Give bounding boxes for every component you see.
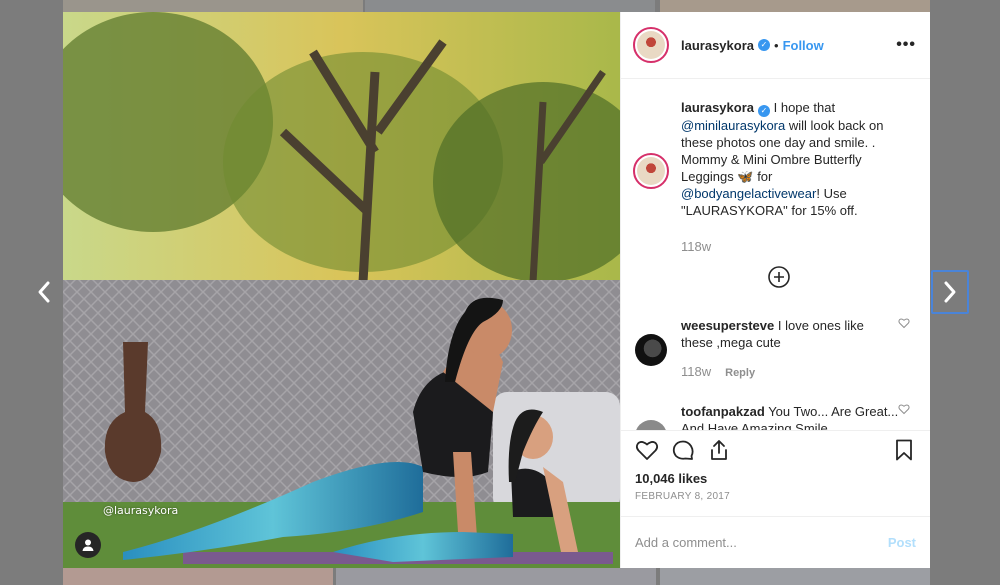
post-modal: @laurasykora laurasykora ✓ • Follow ••• …: [63, 12, 930, 568]
author-avatar[interactable]: [633, 27, 669, 63]
commenter-username[interactable]: weesupersteve: [681, 318, 774, 333]
mention-link[interactable]: @bodyangelactivewear: [681, 186, 816, 201]
photo-scene: [63, 12, 620, 568]
chevron-right-icon: [944, 281, 956, 303]
caption-username[interactable]: laurasykora: [681, 100, 754, 115]
background-thumbnail: [660, 0, 930, 12]
post-photo[interactable]: @laurasykora: [63, 12, 620, 568]
caption-timestamp[interactable]: 118w: [681, 238, 911, 255]
likes-count[interactable]: 10,046 likes: [621, 468, 930, 490]
heart-icon[interactable]: [635, 438, 659, 462]
user-tag-icon: [82, 539, 94, 551]
caption: laurasykora ✓ I hope that @minilaurasykor…: [633, 99, 918, 255]
comments-list[interactable]: laurasykora ✓ I hope that @minilaurasykor…: [621, 79, 930, 430]
comment-input[interactable]: [635, 535, 888, 550]
user-tag-button[interactable]: [75, 532, 101, 558]
mention-link[interactable]: @minilaurasykora: [681, 118, 785, 133]
comment-text: toofanpakzad You Two... Are Great... And…: [681, 403, 899, 430]
background-thumbnail: [365, 0, 655, 12]
commenter-avatar[interactable]: [635, 334, 667, 366]
comment-icon[interactable]: [671, 438, 695, 462]
caption-part: for: [753, 169, 773, 184]
more-icon[interactable]: •••: [896, 36, 916, 54]
follow-button[interactable]: Follow: [783, 38, 824, 53]
background-thumbnail: [63, 568, 333, 585]
share-icon[interactable]: [707, 438, 731, 462]
commenter-avatar[interactable]: [635, 420, 667, 430]
comment-item: toofanpakzad You Two... Are Great... And…: [635, 403, 920, 430]
heart-icon[interactable]: [898, 403, 910, 415]
chevron-left-icon: [38, 281, 50, 303]
comment-composer: Post: [621, 516, 930, 568]
avatar-image: [637, 31, 665, 59]
bookmark-icon[interactable]: [892, 438, 916, 462]
caption-part: I hope that: [773, 100, 836, 115]
photo-watermark: @laurasykora: [103, 504, 179, 517]
caption-text: laurasykora ✓ I hope that @minilaurasykor…: [681, 99, 911, 255]
background-thumbnail: [336, 568, 656, 585]
verified-icon: ✓: [758, 39, 770, 51]
comment-item: weesupersteve I love ones like these ,me…: [635, 317, 920, 382]
comment-meta: 118w Reply: [681, 363, 899, 382]
post-date: FEBRUARY 8, 2017: [635, 491, 731, 502]
comment-timestamp[interactable]: 118w: [681, 364, 711, 379]
caption-avatar[interactable]: [633, 153, 669, 189]
avatar-image: [637, 157, 665, 185]
reply-button[interactable]: Reply: [725, 367, 755, 379]
add-circle-icon[interactable]: [767, 265, 791, 289]
comment-text: weesupersteve I love ones like these ,me…: [681, 317, 899, 382]
header-separator: •: [774, 37, 779, 53]
butterfly-emoji: 🦋: [737, 169, 754, 184]
previous-post-button[interactable]: [25, 270, 63, 314]
background-thumbnail: [660, 568, 930, 585]
action-bar: [621, 430, 930, 468]
verified-icon: ✓: [758, 105, 770, 117]
post-side-panel: laurasykora ✓ • Follow ••• laurasykora ✓ …: [620, 12, 930, 568]
background-thumbnail: [63, 0, 363, 12]
post-comment-button[interactable]: Post: [888, 535, 916, 550]
author-username[interactable]: laurasykora: [681, 38, 754, 53]
commenter-username[interactable]: toofanpakzad: [681, 404, 765, 419]
heart-icon[interactable]: [898, 317, 910, 329]
next-post-button[interactable]: [931, 270, 969, 314]
post-header: laurasykora ✓ • Follow •••: [621, 12, 930, 79]
